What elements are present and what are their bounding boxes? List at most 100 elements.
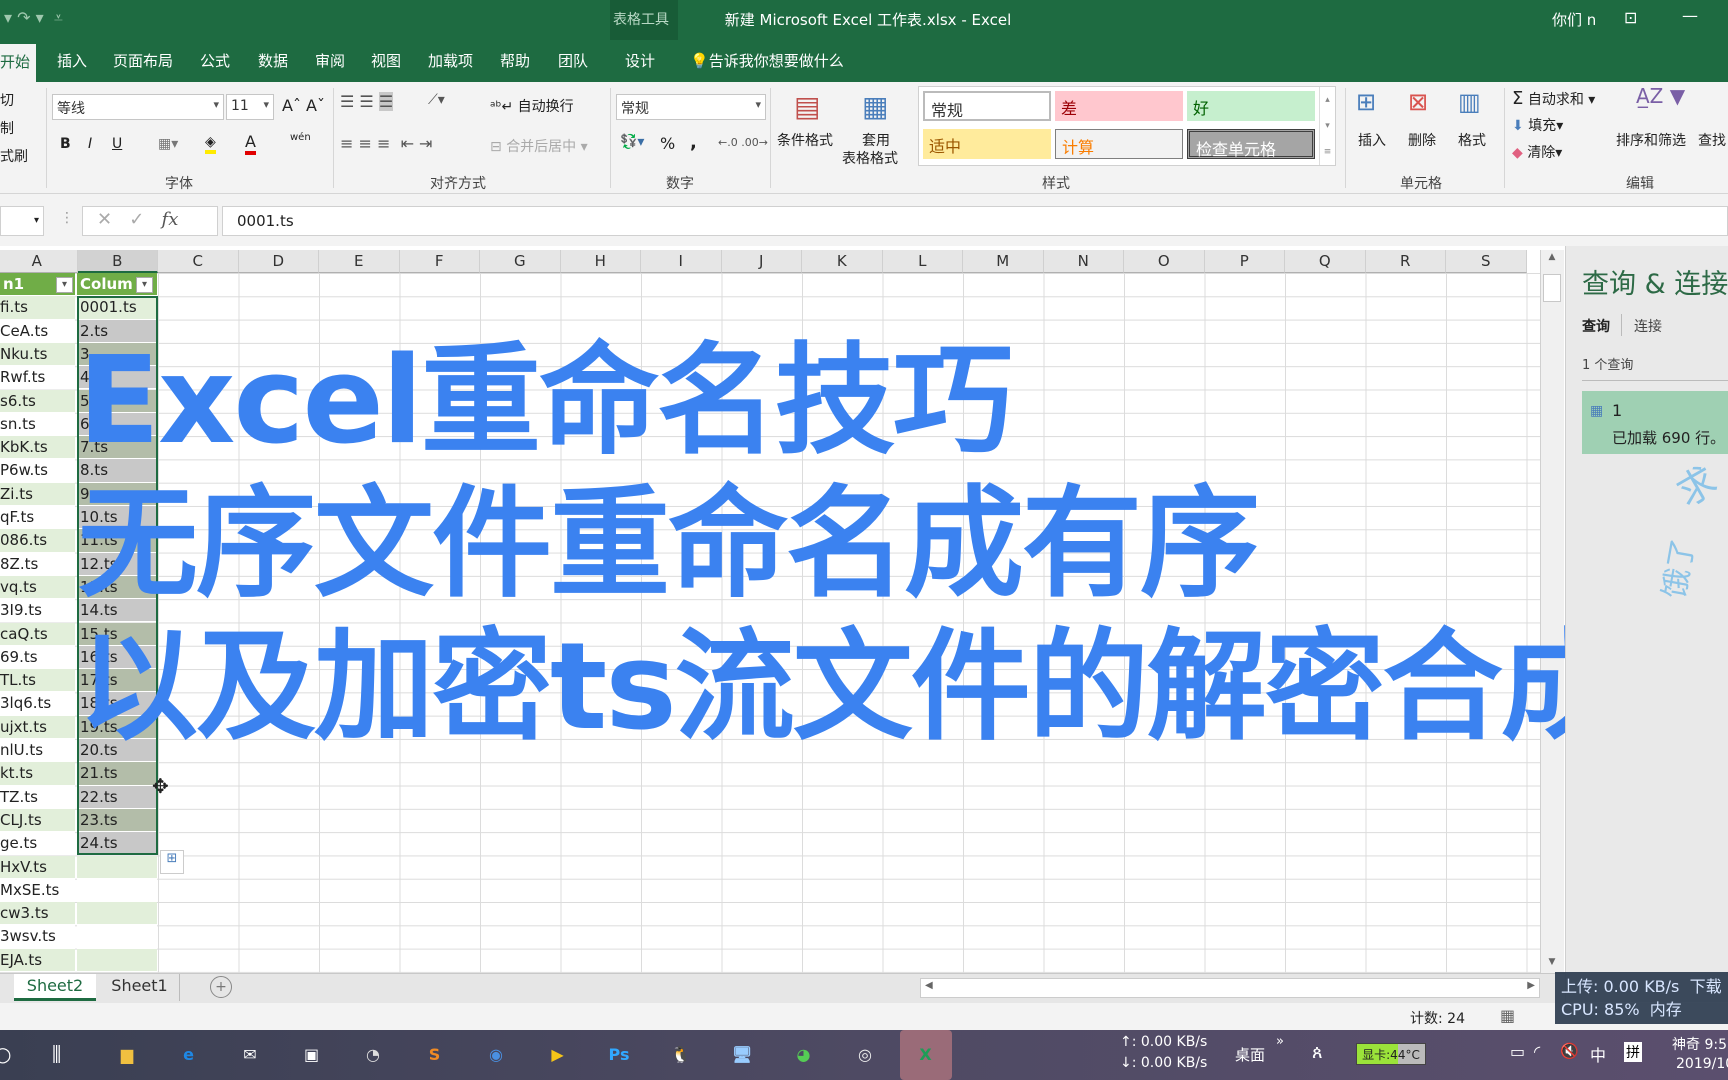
cell-a[interactable]: CeA.ts [0, 319, 75, 343]
cell-a[interactable]: caQ.ts [0, 622, 75, 646]
store-icon[interactable]: ▣ [297, 1040, 327, 1070]
cell-b[interactable]: 7.ts [77, 436, 157, 460]
column-header-Q[interactable]: Q [1285, 250, 1366, 273]
cell-a[interactable]: fi.ts [0, 296, 75, 320]
column-header-B[interactable]: B [77, 250, 158, 273]
cell-b[interactable]: 4 [77, 366, 157, 390]
cell-b[interactable] [77, 925, 157, 949]
cell-b[interactable]: 17.ts [77, 669, 157, 693]
speed-icon[interactable]: ◔ [358, 1040, 388, 1070]
remote-icon[interactable]: 🖥 [727, 1040, 757, 1070]
column-header-G[interactable]: G [480, 250, 561, 273]
column-header-H[interactable]: H [560, 250, 641, 273]
cell-a[interactable]: kt.ts [0, 762, 75, 786]
people-icon[interactable]: ጰ [1312, 1042, 1323, 1063]
fill-color-icon[interactable]: ◈ [205, 134, 216, 154]
insert-cells-button[interactable]: 插入 [1358, 130, 1386, 150]
search-icon[interactable]: ○ [0, 1042, 11, 1066]
grow-font-icon[interactable]: Aˆ Aˇ [282, 96, 325, 115]
clock-date[interactable]: 2019/10 [1676, 1056, 1728, 1072]
volume-muted-icon[interactable]: 🔇 [1560, 1042, 1579, 1060]
cell-a[interactable]: Nku.ts [0, 342, 75, 367]
mail-icon[interactable]: ✉ [235, 1040, 265, 1070]
user-name[interactable]: 你们 n [1552, 9, 1596, 30]
cell-a[interactable]: P6w.ts [0, 459, 75, 483]
scroll-down-icon[interactable]: ▼ [1543, 957, 1561, 973]
copy-button[interactable]: 复制 [0, 118, 14, 138]
qq-icon[interactable]: 🐧 [666, 1040, 696, 1070]
cell-b[interactable]: 6 [77, 412, 157, 437]
cell-a[interactable]: Zi.ts [0, 482, 75, 506]
minimize-icon[interactable]: — [1682, 6, 1698, 25]
cell-b[interactable]: 20.ts [77, 739, 157, 763]
ribbon-display-icon[interactable]: ⊡ [1624, 8, 1637, 27]
find-button[interactable]: 查找 [1698, 130, 1726, 150]
add-sheet-button[interactable]: + [210, 976, 232, 998]
cell-a[interactable]: qF.ts [0, 506, 75, 530]
tab-view[interactable]: 视图 [371, 50, 401, 71]
cell-a[interactable]: CLJ.ts [0, 808, 75, 833]
italic-button[interactable]: I [88, 136, 92, 152]
cell-a[interactable]: 8Z.ts [0, 552, 75, 576]
column-header-M[interactable]: M [963, 250, 1044, 273]
cell-a[interactable]: sn.ts [0, 412, 75, 437]
quick-analysis-icon[interactable]: ⊞ [160, 850, 184, 874]
format-cells-button[interactable]: 格式 [1458, 130, 1486, 150]
cell-b[interactable]: 16.ts [77, 645, 157, 670]
conditional-format-button[interactable]: 条件格式 [777, 130, 833, 150]
cell-a[interactable]: s6.ts [0, 389, 75, 413]
cell-b[interactable]: 19.ts [77, 715, 157, 739]
filter-dropdown-icon[interactable]: ▾ [136, 277, 153, 293]
more-icon[interactable]: » [1276, 1034, 1284, 1049]
number-format-combo[interactable]: 常规 [616, 94, 766, 120]
cell-b[interactable]: 10.ts [77, 506, 157, 530]
cell-b[interactable]: 14.ts [77, 599, 157, 623]
desktop-toolbar[interactable]: 桌面 [1235, 1044, 1265, 1065]
normal-view-icon[interactable]: ▦ [1500, 1006, 1515, 1025]
column-header-F[interactable]: F [399, 250, 480, 273]
enter-icon[interactable]: ✓ [129, 209, 144, 230]
cell-b[interactable]: 2.ts [77, 319, 157, 343]
tab-help[interactable]: 帮助 [500, 50, 530, 71]
tab-review[interactable]: 审阅 [315, 50, 345, 71]
player-icon[interactable]: ▶ [543, 1040, 573, 1070]
cell-a[interactable]: MxSE.ts [0, 878, 75, 903]
cell-b[interactable]: 9 [77, 482, 157, 506]
fill-button[interactable]: ⬇ 填充▾ [1512, 115, 1563, 135]
style-normal[interactable]: 常规 [923, 91, 1051, 121]
obs-icon[interactable]: ◎ [850, 1040, 880, 1070]
chrome-icon[interactable]: ◉ [481, 1040, 511, 1070]
cell-b[interactable]: 18.ts [77, 692, 157, 716]
style-calculation[interactable]: 计算 [1055, 129, 1183, 159]
scroll-left-icon[interactable]: ◀ [925, 980, 933, 991]
fx-icon[interactable]: fx [162, 209, 179, 230]
vertical-scrollbar[interactable]: ▲ ▼ [1540, 250, 1564, 973]
cut-button[interactable]: 剪切 [0, 90, 14, 110]
wrap-text-button[interactable]: ᵃᵇ↵ 自动换行 [490, 96, 574, 116]
query-item[interactable]: ▦ 1 已加载 690 行。 [1582, 391, 1728, 454]
wifi-icon[interactable]: ◜ [1534, 1042, 1540, 1061]
column-header-E[interactable]: E [319, 250, 400, 273]
cell-b[interactable] [77, 902, 157, 926]
name-box[interactable]: ▾ [0, 206, 44, 236]
cell-b[interactable]: 24.ts [77, 832, 157, 856]
tab-team[interactable]: 团队 [558, 50, 588, 71]
font-size-combo[interactable]: 11 [226, 94, 274, 120]
cell-a[interactable]: HxV.ts [0, 855, 75, 879]
scroll-right-icon[interactable]: ▶ [1527, 980, 1535, 991]
cell-a[interactable]: ujxt.ts [0, 715, 75, 739]
cell-a[interactable]: 3lq6.ts [0, 692, 75, 716]
tab-formulas[interactable]: 公式 [200, 50, 230, 71]
delete-cells-button[interactable]: 删除 [1408, 130, 1436, 150]
cell-a[interactable]: nlU.ts [0, 739, 75, 763]
redo-icon[interactable]: ▾ ↷ ▾ ⩡ [4, 8, 63, 28]
tab-home[interactable]: 开始 [0, 44, 37, 82]
cell-b[interactable]: 11.ts [77, 529, 157, 553]
task-view-icon[interactable]: ⫼ [52, 1042, 61, 1066]
align-top-icon[interactable]: ☰ ☰ ☰ [340, 92, 394, 111]
align-left-icon[interactable]: ≡ ≡ ≡ ⇤ ⇥ [340, 134, 432, 153]
style-neutral[interactable]: 适中 [923, 129, 1051, 159]
autosum-button[interactable]: Σ 自动求和 ▾ [1512, 88, 1595, 109]
cell-a[interactable]: TZ.ts [0, 785, 75, 809]
excel-icon[interactable]: X [899, 1030, 952, 1080]
